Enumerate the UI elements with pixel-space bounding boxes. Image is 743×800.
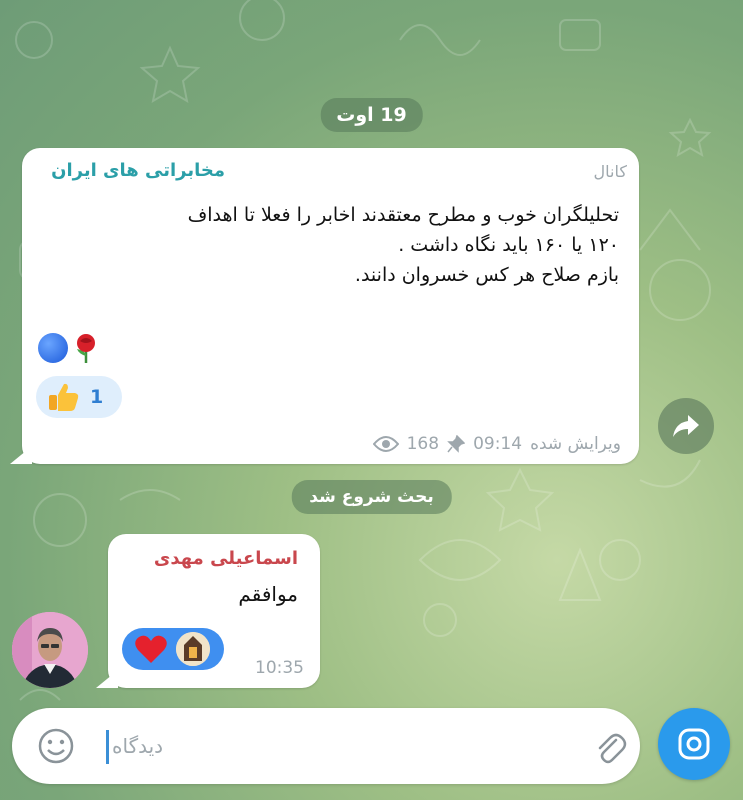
avatar[interactable]: [12, 612, 88, 688]
emoji-smile-icon[interactable]: [36, 726, 76, 766]
views-eye-icon: [372, 436, 399, 452]
thumbs-up-reaction[interactable]: 1: [36, 376, 122, 418]
paperclip-icon[interactable]: [590, 728, 630, 768]
comment-text: موافقم: [238, 582, 298, 606]
text-caret: [106, 730, 109, 764]
post-emoji-row: [38, 332, 102, 364]
comment-bubble[interactable]: اسماعیلی مهدی موافقم 10:35: [108, 534, 320, 688]
camera-send-button[interactable]: [658, 708, 730, 780]
forward-arrow-icon: [673, 415, 699, 437]
heart-icon: [135, 635, 167, 663]
date-separator: 19 اوت: [320, 98, 423, 132]
reaction-count: 1: [90, 386, 104, 408]
comment-composer: [12, 708, 640, 784]
forward-button[interactable]: [658, 398, 714, 454]
camera-icon: [678, 728, 710, 760]
post-line: تحلیلگران خوب و مطرح معتقدند اخابر را فع…: [187, 204, 619, 226]
comment-time: 10:35: [255, 658, 304, 678]
channel-name[interactable]: مخابراتی های ایران: [51, 160, 225, 181]
comment-reactions[interactable]: [122, 628, 224, 670]
views-count: 168: [406, 434, 440, 454]
pin-icon: [447, 435, 466, 453]
author-name[interactable]: اسماعیلی مهدی: [154, 548, 298, 569]
rose-icon: [77, 334, 95, 363]
post-line: ۱۲۰ یا ۱۶۰ باید نگاه داشت .: [398, 234, 619, 256]
post-text: تحلیلگران خوب و مطرح معتقدند اخابر را فع…: [36, 200, 619, 290]
post-meta: 168 09:14 ویرایش شده: [372, 434, 621, 454]
channel-label: کانال: [593, 162, 627, 181]
discussion-started-label: بحث شروع شد: [291, 480, 452, 514]
post-line: بازم صلاح هر کس خسروان دانند.: [354, 264, 619, 286]
edited-label: ویرایش شده: [530, 434, 621, 454]
lantern-avatar-icon: [176, 632, 210, 666]
blue-circle-emoji: [38, 333, 68, 363]
channel-post-bubble[interactable]: کانال مخابراتی های ایران تحلیلگران خوب و…: [22, 148, 639, 464]
user-photo: [12, 612, 88, 688]
comment-input[interactable]: [112, 726, 512, 766]
post-time: 09:14: [473, 434, 523, 454]
thumbs-up-icon: [49, 383, 79, 411]
